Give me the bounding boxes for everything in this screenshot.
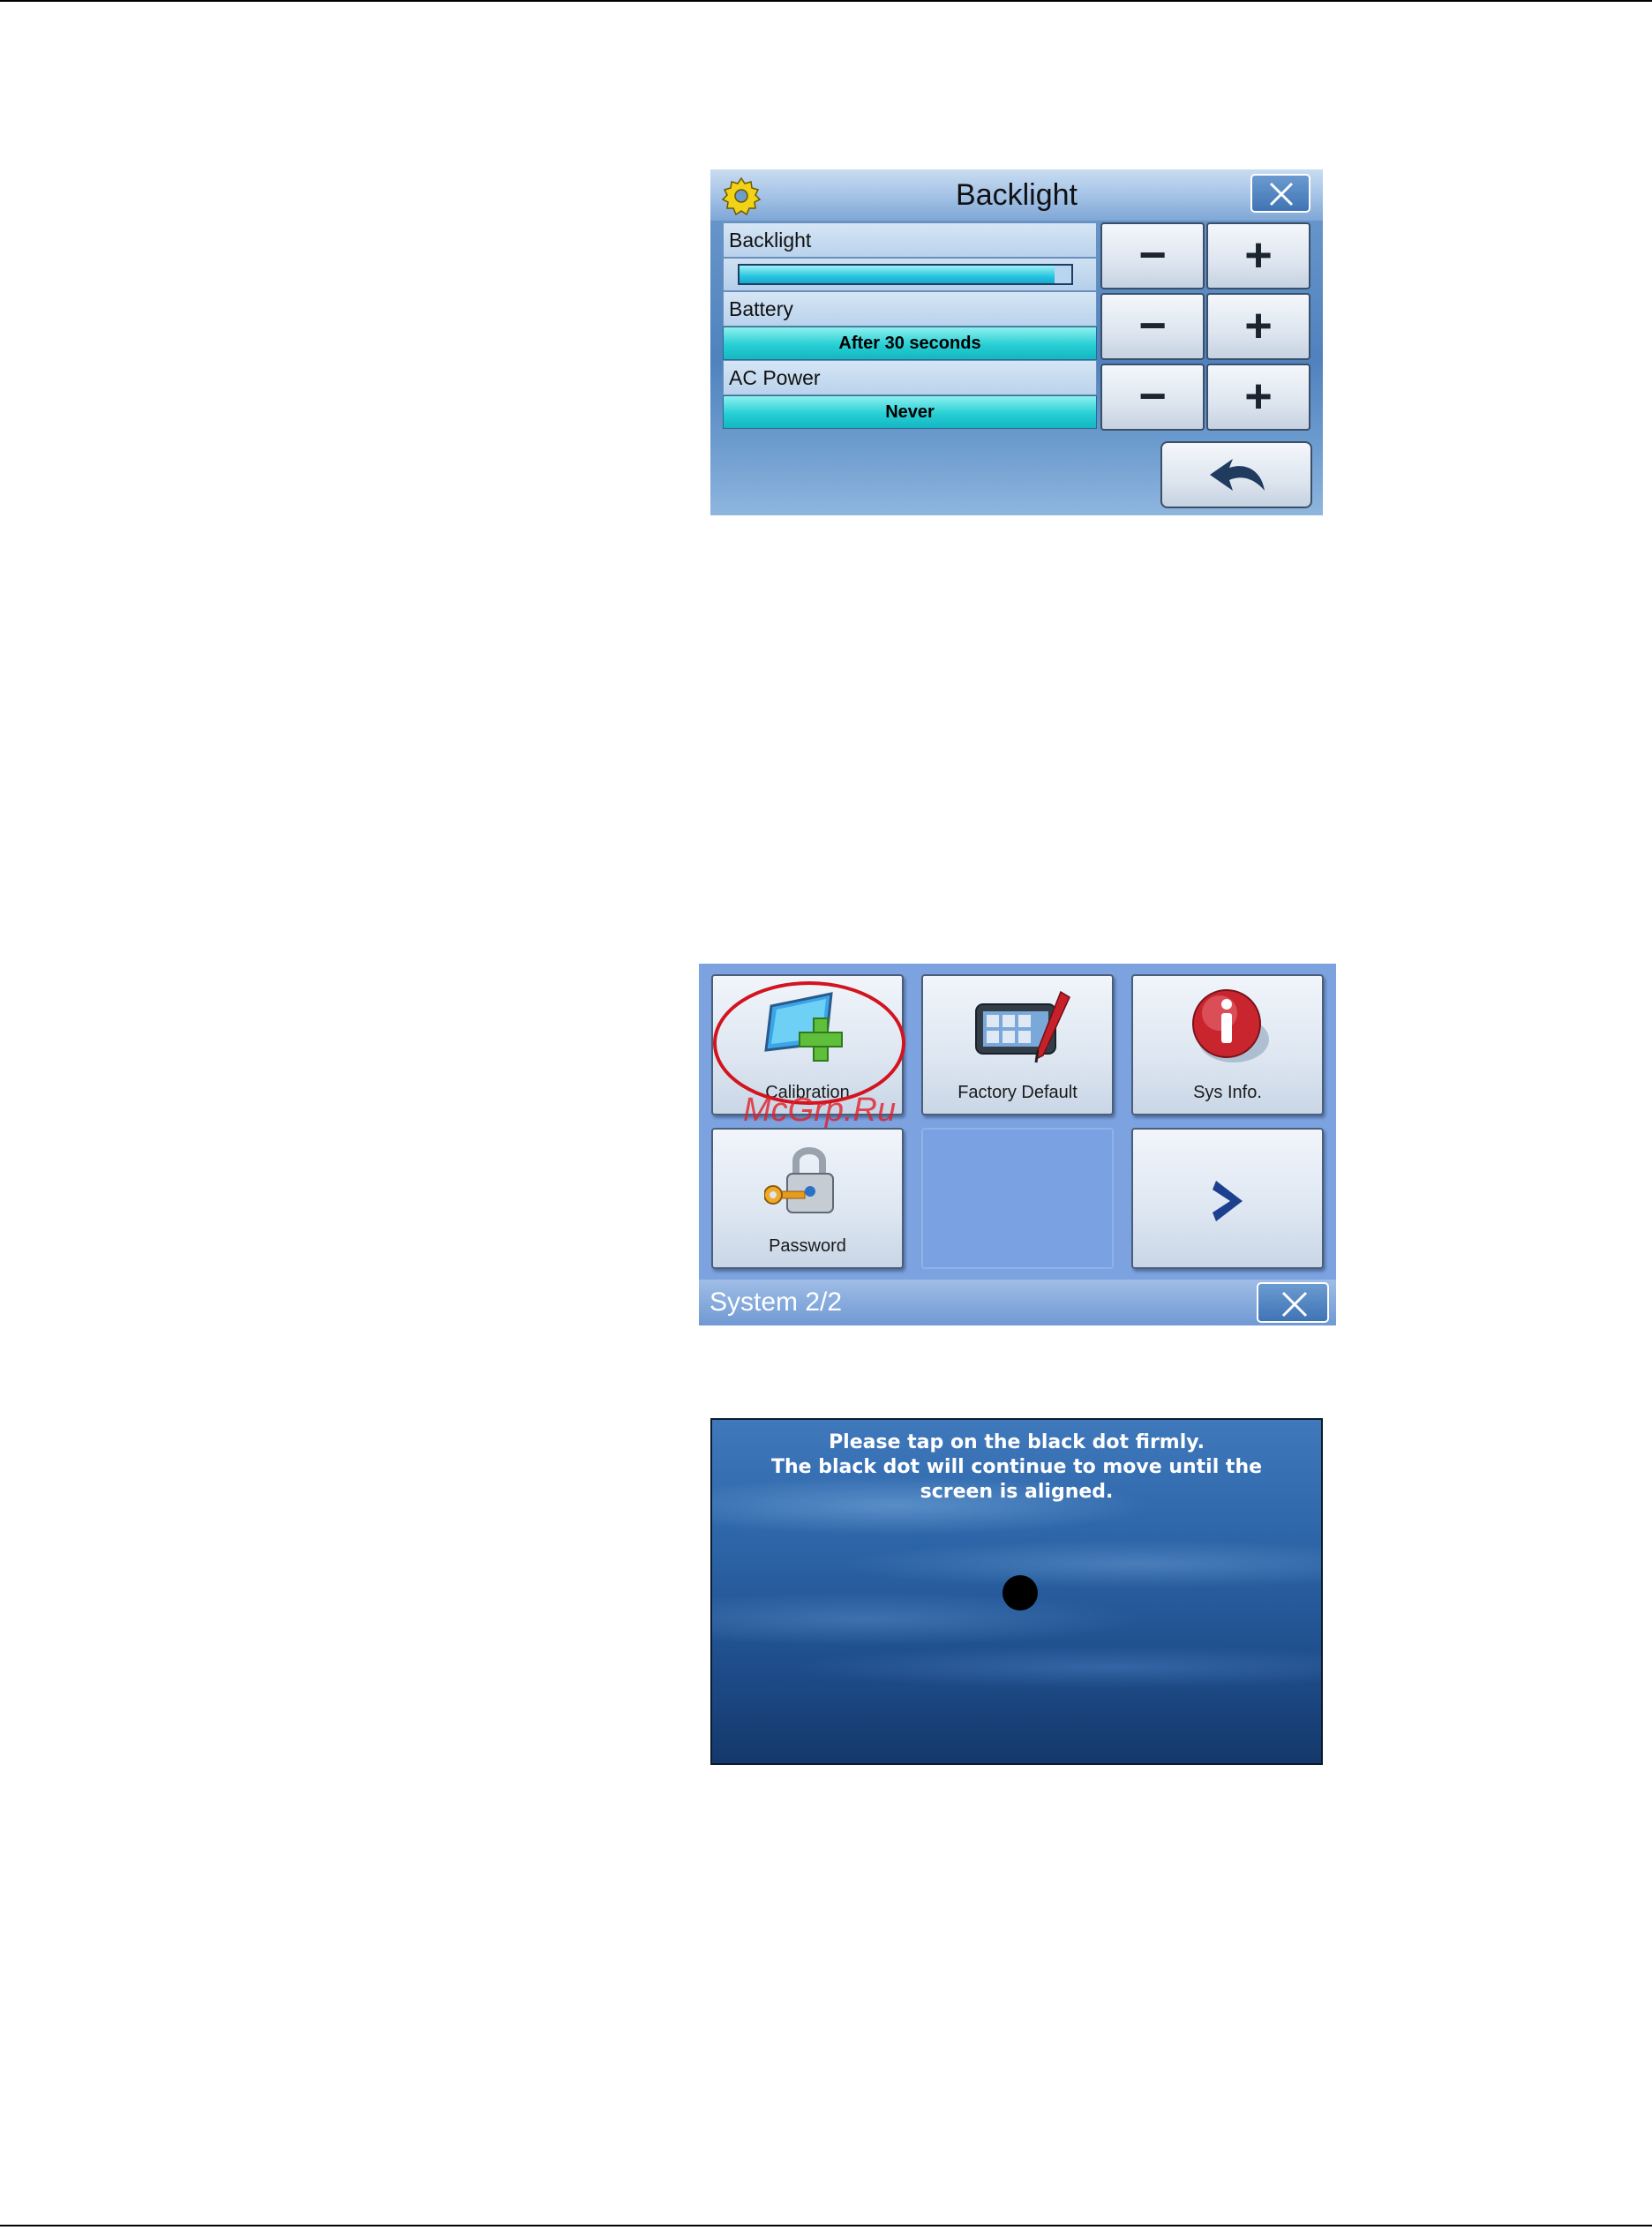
close-button[interactable] [1257,1282,1329,1323]
close-icon [1281,1291,1308,1318]
password-label: Password [769,1236,846,1256]
empty-tile-slot [921,1128,1114,1269]
sys-info-label: Sys Info. [1193,1083,1262,1102]
backlight-increase-button[interactable]: + [1206,222,1310,289]
backlight-decrease-button[interactable]: − [1100,222,1205,289]
instruction-line: The black dot will continue to move unti… [770,1456,1263,1478]
calibration-instructions: Please tap on the black dot firmly. The … [712,1430,1321,1505]
undo-arrow-icon [1210,459,1265,491]
backlight-level-area [723,258,1097,291]
system-menu-screen: Calibration Factory Default Sys Info. Pa… [699,964,1336,1325]
status-bar: System 2/2 [699,1280,1336,1325]
title-bar: Backlight [710,169,1323,221]
instruction-line: Please tap on the black dot firmly. [829,1431,1205,1453]
next-page-button[interactable] [1131,1128,1324,1269]
ac-power-label: AC Power [723,360,1097,395]
top-rule [0,0,1652,2]
chevron-right-icon [1213,1181,1243,1221]
backlight-screen: Backlight Backlight − + Battery After 30… [710,169,1323,515]
backlight-level-bar[interactable] [738,264,1073,285]
ac-power-decrease-button[interactable]: − [1100,364,1205,431]
battery-label: Battery [723,291,1097,327]
battery-timeout-value: After 30 seconds [723,327,1097,360]
screen-title: Backlight [956,178,1078,212]
backlight-row: Backlight [723,222,1097,291]
calibration-target-dot[interactable] [1002,1575,1038,1611]
ac-power-increase-button[interactable]: + [1206,364,1310,431]
back-button[interactable] [1160,441,1312,508]
password-tile[interactable]: Password [711,1128,904,1269]
info-icon [1192,989,1269,1062]
watermark: McGrp.Ru [743,1092,897,1129]
padlock-key-icon [764,1147,834,1213]
sys-info-tile[interactable]: Sys Info. [1131,974,1324,1115]
backlight-label: Backlight [723,222,1097,258]
battery-increase-button[interactable]: + [1206,293,1310,360]
ac-power-timeout-value: Never [723,395,1097,429]
calibration-screen[interactable]: Please tap on the black dot firmly. The … [710,1418,1323,1765]
bottom-rule [0,2225,1652,2226]
close-button[interactable] [1250,174,1310,213]
battery-decrease-button[interactable]: − [1100,293,1205,360]
factory-default-tile[interactable]: Factory Default [921,974,1114,1115]
instruction-line: screen is aligned. [920,1481,1114,1503]
factory-default-label: Factory Default [957,1083,1078,1102]
factory-default-icon [975,990,1070,1063]
backlight-level-fill [740,266,1055,283]
screen-title: System 2/2 [710,1288,843,1317]
battery-row: Battery After 30 seconds [723,291,1097,360]
close-icon [1269,182,1294,206]
ac-power-row: AC Power Never [723,360,1097,429]
calibration-highlight-circle [713,981,905,1105]
